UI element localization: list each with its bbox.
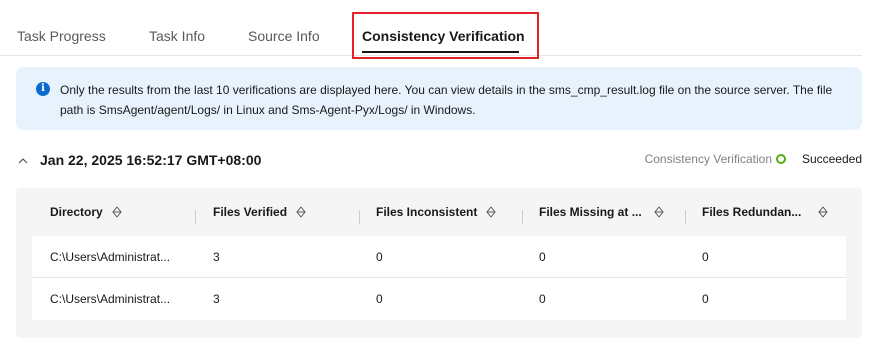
column-header-files-redundant[interactable]: Files Redundan... [702, 188, 801, 236]
info-icon: i [36, 82, 50, 96]
tab-source-info[interactable]: Source Info [248, 28, 320, 44]
tab-bar: Task Progress Task Info Source Info Cons… [0, 0, 862, 56]
sort-icon[interactable] [653, 206, 665, 218]
column-header-files-missing[interactable]: Files Missing at ... [539, 188, 642, 236]
status-text: Succeeded [801, 152, 862, 166]
active-tab-indicator [362, 51, 519, 53]
verification-type-label: Consistency Verification [644, 152, 772, 166]
cell-directory: C:\Users\Administrat... [50, 250, 171, 264]
cell-files-verified: 3 [213, 250, 220, 264]
sort-icon[interactable] [111, 206, 123, 218]
tab-task-info[interactable]: Task Info [149, 28, 205, 44]
column-divider [195, 210, 196, 224]
sort-icon[interactable] [485, 206, 497, 218]
cell-files-redundant: 0 [702, 250, 709, 264]
cell-files-inconsistent: 0 [376, 292, 383, 306]
run-timestamp: Jan 22, 2025 16:52:17 GMT+08:00 [40, 152, 262, 168]
table-row: C:\Users\Administrat... 3 0 0 0 [32, 236, 846, 278]
column-divider [359, 210, 360, 224]
verification-run-header: Jan 22, 2025 16:52:17 GMT+08:00 Consiste… [16, 150, 862, 172]
sort-icon[interactable] [295, 206, 307, 218]
results-table: Directory Files Verified Files Inconsist… [16, 188, 862, 338]
cell-directory: C:\Users\Administrat... [50, 292, 171, 306]
column-divider [522, 210, 523, 224]
sort-icon[interactable] [817, 206, 829, 218]
info-notice: i Only the results from the last 10 veri… [16, 67, 862, 130]
status-success-icon [776, 154, 786, 164]
table-header: Directory Files Verified Files Inconsist… [16, 188, 862, 236]
cell-files-missing: 0 [539, 292, 546, 306]
cell-files-missing: 0 [539, 250, 546, 264]
column-header-files-inconsistent[interactable]: Files Inconsistent [376, 188, 477, 236]
cell-files-verified: 3 [213, 292, 220, 306]
cell-files-redundant: 0 [702, 292, 709, 306]
chevron-up-icon[interactable] [18, 156, 28, 166]
tab-consistency-verification[interactable]: Consistency Verification [362, 28, 525, 44]
column-header-files-verified[interactable]: Files Verified [213, 188, 287, 236]
notice-text: Only the results from the last 10 verifi… [60, 83, 833, 117]
tab-task-progress[interactable]: Task Progress [17, 28, 106, 44]
column-divider [685, 210, 686, 224]
table-row: C:\Users\Administrat... 3 0 0 0 [32, 278, 846, 320]
cell-files-inconsistent: 0 [376, 250, 383, 264]
column-header-directory[interactable]: Directory [50, 188, 103, 236]
